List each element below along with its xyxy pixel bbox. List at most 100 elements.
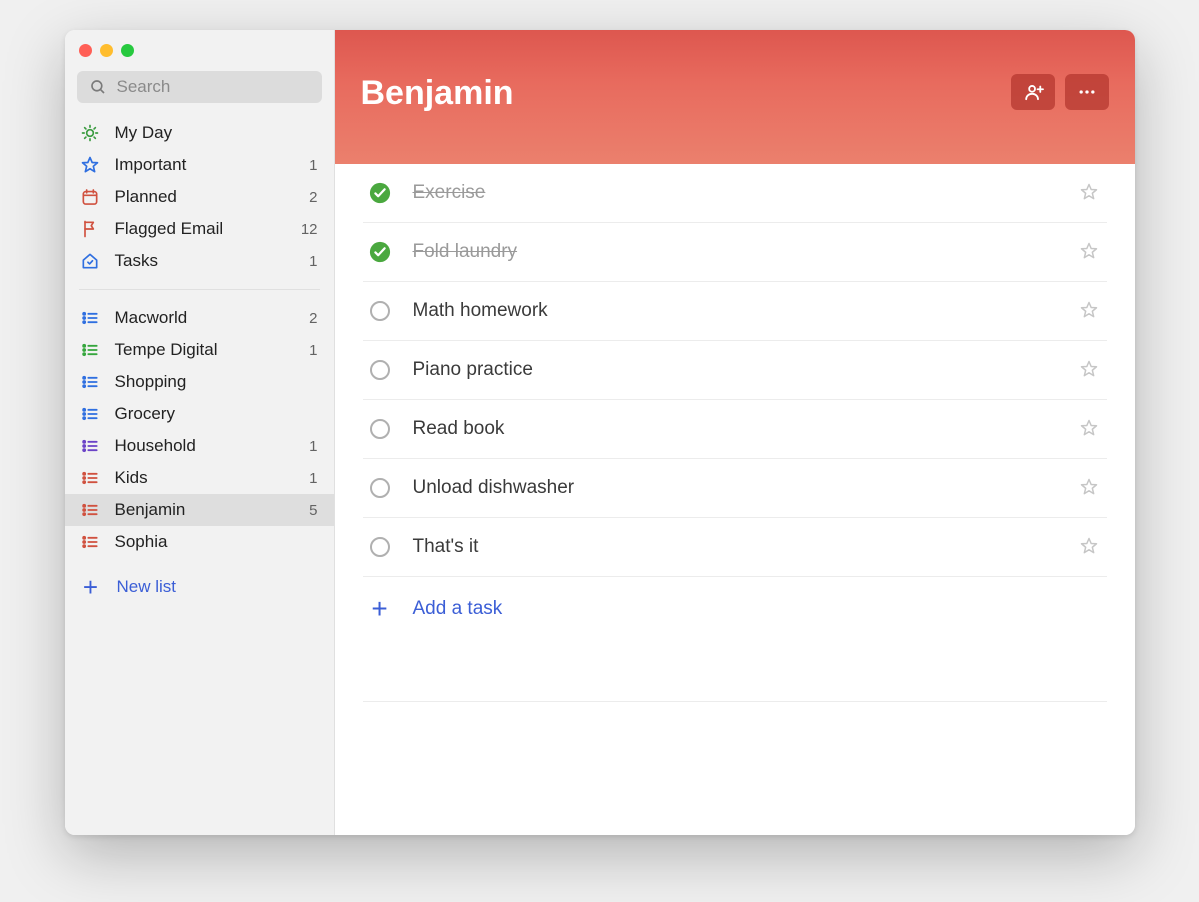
sidebar-item-shopping[interactable]: Shopping xyxy=(65,366,334,398)
myday-icon xyxy=(79,122,101,144)
minimize-window-button[interactable] xyxy=(100,44,113,57)
close-window-button[interactable] xyxy=(79,44,92,57)
plus-icon: + xyxy=(81,574,101,600)
task-title: That's it xyxy=(413,536,1057,558)
task-complete-circle-icon[interactable] xyxy=(369,477,391,499)
task-title: Math homework xyxy=(413,300,1057,322)
sidebar-item-tempe[interactable]: Tempe Digital 1 xyxy=(65,334,334,366)
task-list: Exercise Fold laundry Math homework Pian… xyxy=(335,164,1135,835)
task-complete-checkmark-icon[interactable] xyxy=(369,241,391,263)
task-complete-checkmark-icon[interactable] xyxy=(369,182,391,204)
share-list-button[interactable] xyxy=(1011,74,1055,110)
sidebar-item-important[interactable]: Important 1 xyxy=(65,149,334,181)
task-title: Unload dishwasher xyxy=(413,477,1057,499)
task-row[interactable]: That's it xyxy=(363,518,1107,577)
sidebar-item-count: 12 xyxy=(301,221,320,238)
task-row[interactable]: Fold laundry xyxy=(363,223,1107,282)
sidebar-item-label: Sophia xyxy=(115,532,320,552)
star-icon[interactable] xyxy=(1079,536,1101,558)
list-options-button[interactable] xyxy=(1065,74,1109,110)
sidebar-item-count: 1 xyxy=(309,253,319,270)
task-complete-circle-icon[interactable] xyxy=(369,536,391,558)
star-icon[interactable] xyxy=(1079,418,1101,440)
sidebar-item-planned[interactable]: Planned 2 xyxy=(65,181,334,213)
add-task-label: Add a task xyxy=(413,598,503,620)
sidebar-item-count: 2 xyxy=(309,310,319,327)
sidebar: My Day Important 1 Planned 2 Flagged Ema… xyxy=(65,30,335,835)
list-header: Benjamin xyxy=(335,30,1135,164)
sidebar-item-count: 5 xyxy=(309,502,319,519)
task-row[interactable]: Piano practice xyxy=(363,341,1107,400)
sidebar-item-label: Shopping xyxy=(115,372,320,392)
divider xyxy=(363,701,1107,702)
add-task-button[interactable]: + Add a task xyxy=(363,577,1107,641)
task-title: Fold laundry xyxy=(413,241,1057,263)
task-row[interactable]: Unload dishwasher xyxy=(363,459,1107,518)
sidebar-item-household[interactable]: Household 1 xyxy=(65,430,334,462)
header-actions xyxy=(1011,74,1109,110)
sidebar-item-tasks[interactable]: Tasks 1 xyxy=(65,245,334,277)
list-icon xyxy=(79,435,101,457)
sidebar-item-label: Macworld xyxy=(115,308,296,328)
task-title: Piano practice xyxy=(413,359,1057,381)
page-title: Benjamin xyxy=(361,74,514,113)
sidebar-item-label: Tempe Digital xyxy=(115,340,296,360)
search-input[interactable] xyxy=(117,77,310,97)
app-window: My Day Important 1 Planned 2 Flagged Ema… xyxy=(65,30,1135,835)
task-row[interactable]: Math homework xyxy=(363,282,1107,341)
sidebar-item-kids[interactable]: Kids 1 xyxy=(65,462,334,494)
list-icon xyxy=(79,307,101,329)
sidebar-item-label: Flagged Email xyxy=(115,219,287,239)
sidebar-item-label: Household xyxy=(115,436,296,456)
list-icon xyxy=(79,403,101,425)
task-title: Read book xyxy=(413,418,1057,440)
window-controls xyxy=(65,30,334,67)
sidebar-item-myday[interactable]: My Day xyxy=(65,117,334,149)
sidebar-item-label: Benjamin xyxy=(115,500,296,520)
star-icon[interactable] xyxy=(1079,477,1101,499)
tasks-icon xyxy=(79,250,101,272)
important-icon xyxy=(79,154,101,176)
star-icon[interactable] xyxy=(1079,182,1101,204)
list-icon xyxy=(79,531,101,553)
new-list-button[interactable]: + New list xyxy=(65,564,334,610)
sidebar-item-count: 1 xyxy=(309,470,319,487)
sidebar-item-count: 2 xyxy=(309,189,319,206)
sidebar-item-count: 1 xyxy=(309,342,319,359)
sidebar-item-grocery[interactable]: Grocery xyxy=(65,398,334,430)
new-list-label: New list xyxy=(117,577,177,597)
search-icon xyxy=(89,78,107,96)
task-complete-circle-icon[interactable] xyxy=(369,300,391,322)
task-row[interactable]: Read book xyxy=(363,400,1107,459)
task-row[interactable]: Exercise xyxy=(363,164,1107,223)
star-icon[interactable] xyxy=(1079,241,1101,263)
sidebar-item-benjamin[interactable]: Benjamin 5 xyxy=(65,494,334,526)
main-panel: Benjamin xyxy=(335,30,1135,835)
flagged-icon xyxy=(79,218,101,240)
search-container xyxy=(65,67,334,111)
content-row: My Day Important 1 Planned 2 Flagged Ema… xyxy=(65,30,1135,835)
sidebar-item-label: Important xyxy=(115,155,296,175)
sidebar-item-label: My Day xyxy=(115,123,320,143)
star-icon[interactable] xyxy=(1079,359,1101,381)
sidebar-item-flagged[interactable]: Flagged Email 12 xyxy=(65,213,334,245)
search-box[interactable] xyxy=(77,71,322,103)
planned-icon xyxy=(79,186,101,208)
zoom-window-button[interactable] xyxy=(121,44,134,57)
sidebar-item-label: Planned xyxy=(115,187,296,207)
sidebar-item-label: Tasks xyxy=(115,251,296,271)
custom-lists: Macworld 2 Tempe Digital 1 Shopping Groc… xyxy=(65,296,334,564)
sidebar-item-count: 1 xyxy=(309,438,319,455)
sidebar-item-sophia[interactable]: Sophia xyxy=(65,526,334,558)
task-title: Exercise xyxy=(413,182,1057,204)
task-complete-circle-icon[interactable] xyxy=(369,359,391,381)
sidebar-item-label: Grocery xyxy=(115,404,320,424)
sidebar-item-macworld[interactable]: Macworld 2 xyxy=(65,302,334,334)
star-icon[interactable] xyxy=(1079,300,1101,322)
sidebar-item-label: Kids xyxy=(115,468,296,488)
list-icon xyxy=(79,339,101,361)
task-complete-circle-icon[interactable] xyxy=(369,418,391,440)
plus-icon: + xyxy=(369,595,391,623)
list-icon xyxy=(79,467,101,489)
smart-lists: My Day Important 1 Planned 2 Flagged Ema… xyxy=(65,111,334,283)
